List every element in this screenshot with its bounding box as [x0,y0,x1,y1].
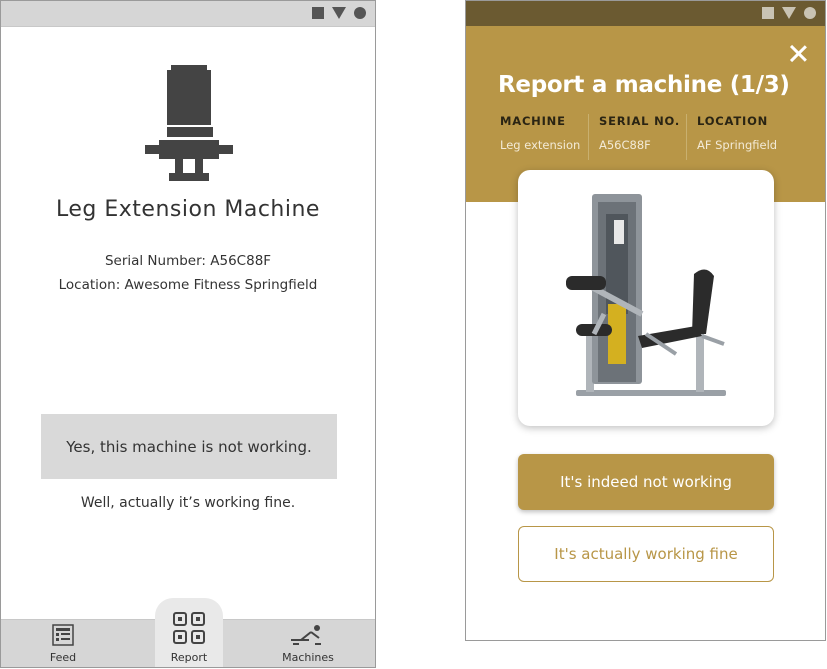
serial-value: A56C88F [599,138,651,152]
not-working-button[interactable]: Yes, this machine is not working. [41,414,337,479]
square-icon [312,7,324,19]
design-phone: Report a machine (1/3) MACHINE Leg exten… [465,0,826,641]
nav-feed[interactable]: Feed [36,620,90,667]
working-fine-button[interactable]: It's actually working fine [518,526,774,582]
triangle-icon [782,7,796,19]
machine-value: Leg extension [500,138,581,152]
nav-feed-label: Feed [49,651,77,664]
location-label: LOCATION [697,114,769,128]
status-icons [762,7,816,19]
status-bar [1,1,375,27]
circle-icon [804,7,816,19]
not-working-button[interactable]: It's indeed not working [518,454,774,510]
nav-machines[interactable]: Machines [277,620,339,667]
serial-label: SERIAL NO. [599,114,681,128]
machine-title: Leg Extension Machine [56,197,320,222]
status-icons [312,7,366,19]
info-machine: MACHINE Leg extension [500,114,580,160]
square-icon [762,7,774,19]
location-value: AF Springfield [697,138,778,152]
location: Location: Awesome Fitness Springfield [58,277,318,293]
close-icon[interactable] [789,44,807,62]
triangle-icon [332,7,346,19]
machine-image [566,194,726,396]
page-title: Report a machine (1/3) [498,72,790,98]
feed-icon [52,624,74,646]
info-serial: SERIAL NO. A56C88F [588,114,680,160]
chair-icon [145,65,233,181]
nav-report[interactable]: Report [155,598,223,667]
nav-report-label: Report [170,651,208,664]
info-location: LOCATION AF Springfield [686,114,777,160]
wireframe-phone: Leg Extension Machine Serial Number: A56… [0,0,376,668]
status-bar [466,1,825,26]
working-fine-link[interactable]: Well, actually it’s working fine. [1,495,375,511]
qr-code-icon [173,612,205,644]
serial-number: Serial Number: A56C88F [104,253,272,269]
machine-label: MACHINE [500,114,566,128]
bottom-nav: Feed Report Machines [1,598,375,667]
machine-image-card [518,170,774,426]
circle-icon [354,7,366,19]
machines-icon [291,625,321,645]
nav-machines-label: Machines [282,651,334,664]
